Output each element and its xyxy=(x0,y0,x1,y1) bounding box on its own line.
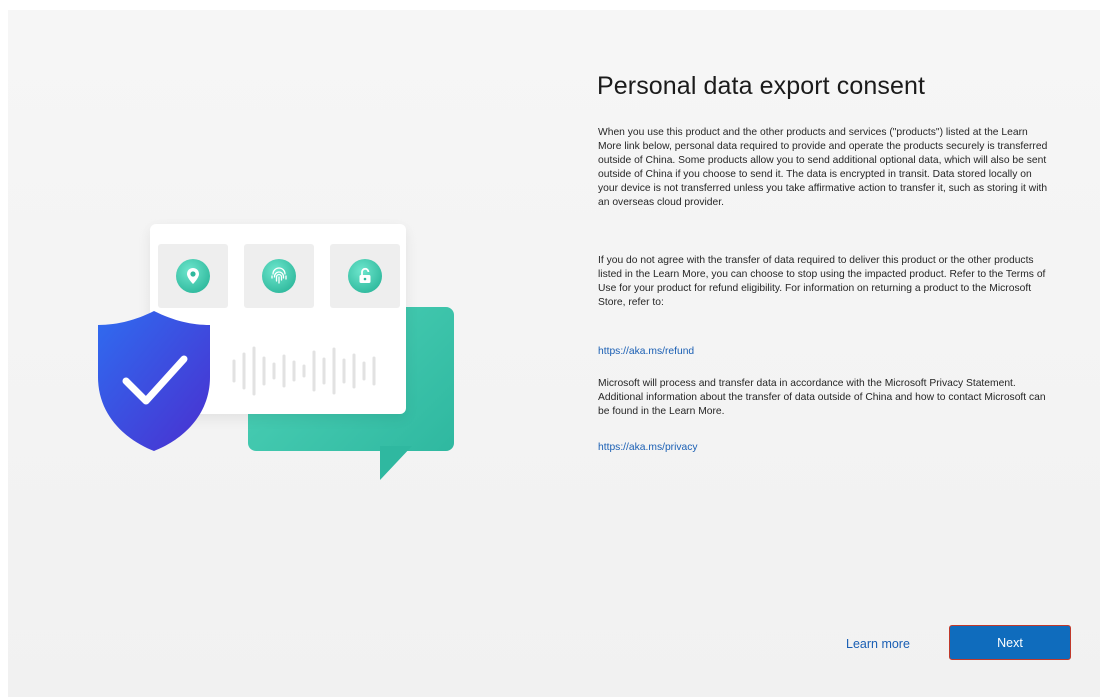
page-title: Personal data export consent xyxy=(597,72,926,100)
audio-waveform-icon xyxy=(232,346,376,396)
privacy-link[interactable]: https://aka.ms/privacy xyxy=(598,442,698,453)
privacy-illustration xyxy=(8,10,568,697)
shield-check-icon xyxy=(98,311,210,451)
chat-bubble-tail xyxy=(380,446,412,480)
learn-more-button[interactable]: Learn more xyxy=(846,637,910,651)
location-pin-icon xyxy=(176,259,210,293)
fingerprint-tile xyxy=(244,244,314,308)
unlock-tile xyxy=(330,244,400,308)
refund-link[interactable]: https://aka.ms/refund xyxy=(598,346,694,357)
consent-paragraph-1: When you use this product and the other … xyxy=(598,127,1048,208)
consent-paragraph-2: If you do not agree with the transfer of… xyxy=(598,255,1046,308)
fingerprint-icon xyxy=(262,259,296,293)
location-tile xyxy=(158,244,228,308)
consent-paragraph-3: Microsoft will process and transfer data… xyxy=(598,378,1046,417)
next-button[interactable]: Next xyxy=(949,625,1071,660)
unlock-icon xyxy=(348,259,382,293)
oobe-window: Personal data export consent When you us… xyxy=(8,10,1100,697)
